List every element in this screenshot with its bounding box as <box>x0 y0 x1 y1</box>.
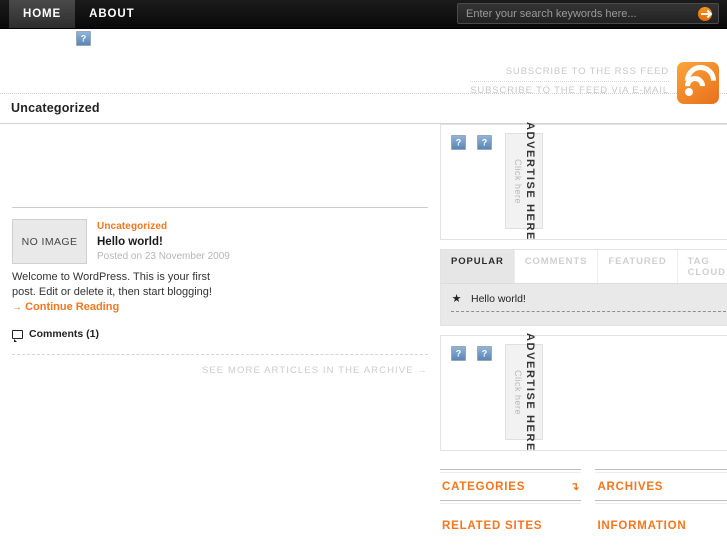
search-submit-button[interactable] <box>698 6 712 21</box>
advertise-here-subtitle: Click here <box>512 369 523 415</box>
rss-feed-link[interactable]: SUBSCRIBE TO THE RSS FEED <box>470 64 669 80</box>
rss-subscribe-area: SUBSCRIBE TO THE RSS FEED SUBSCRIBE TO T… <box>470 58 723 104</box>
broken-image-icon[interactable] <box>477 346 492 361</box>
nav-item-home-label: HOME <box>23 8 62 20</box>
advertise-here-banner-inner: ADVERTISE HERE Click here <box>513 333 536 452</box>
section-information-header[interactable]: INFORMATION <box>595 512 727 539</box>
see-more-articles-label: SEE MORE ARTICLES IN THE ARCHIVE <box>201 365 414 376</box>
section-categories: CATEGORIES ↴ <box>440 469 582 504</box>
tab-popular[interactable]: POPULAR <box>441 250 515 283</box>
arrow-right-icon: → <box>12 302 22 313</box>
advertisement-widget-bottom-body: ADVERTISE HERE Click here <box>441 333 727 451</box>
post-category-link[interactable]: Uncategorized <box>97 220 230 234</box>
section-related-sites: RELATED SITES <box>440 512 581 539</box>
sidebar-link-sections: CATEGORIES ↴ RELATED SITES ARCHIVES INFO… <box>440 460 727 547</box>
broken-image-icon[interactable] <box>477 135 492 150</box>
nav-item-about[interactable]: ABOUT <box>75 0 148 28</box>
sidebar-tabs-row: POPULAR COMMENTS FEATURED TAG CLOUD <box>441 250 727 284</box>
site-logo[interactable] <box>76 31 91 46</box>
sidebar-link-column-right: ARCHIVES ↴ INFORMATION <box>595 469 727 547</box>
advertise-here-subtitle: Click here <box>512 158 523 204</box>
advertise-here-title: ADVERTISE HERE <box>523 332 536 452</box>
page-title: Uncategorized <box>11 101 100 115</box>
advertisement-icons <box>451 133 492 150</box>
rss-divider <box>470 81 669 82</box>
tab-comments-label: COMMENTS <box>524 256 588 267</box>
post-thumbnail-label: NO IMAGE <box>21 235 78 248</box>
sidebar-tabs-body: ★ Hello world! <box>441 284 727 325</box>
speech-bubble-icon <box>12 329 23 342</box>
list-item[interactable]: ★ Hello world! <box>451 293 726 312</box>
top-navigation-bar: HOME ABOUT <box>0 0 727 29</box>
section-archives: ARCHIVES ↴ <box>595 469 727 504</box>
section-archives-header[interactable]: ARCHIVES ↴ <box>595 473 727 500</box>
archive-row: SEE MORE ARTICLES IN THE ARCHIVE → <box>12 355 428 376</box>
see-more-articles-link[interactable]: SEE MORE ARTICLES IN THE ARCHIVE → <box>202 365 428 376</box>
sidebar-tabs-widget: POPULAR COMMENTS FEATURED TAG CLOUD ★ He… <box>440 249 727 326</box>
sidebar-link-column-left: CATEGORIES ↴ RELATED SITES <box>440 469 582 547</box>
section-categories-title: CATEGORIES <box>442 481 526 493</box>
main-content-column: NO IMAGE Uncategorized Hello world! Post… <box>0 124 440 424</box>
tab-tag-cloud[interactable]: TAG CLOUD <box>677 250 727 283</box>
advertise-here-banner[interactable]: ADVERTISE HERE Click here <box>505 333 543 451</box>
site-header: SUBSCRIBE TO THE RSS FEED SUBSCRIBE TO T… <box>0 29 727 104</box>
rss-icon-arc-outer <box>678 58 723 103</box>
broken-image-icon[interactable] <box>451 135 466 150</box>
nav-item-about-label: ABOUT <box>89 8 135 20</box>
advertise-here-banner-inner: ADVERTISE HERE Click here <box>513 122 536 241</box>
post-meta: Uncategorized Hello world! Posted on 23 … <box>97 219 230 264</box>
continue-reading-link[interactable]: → Continue Reading <box>12 301 119 313</box>
post-header: NO IMAGE Uncategorized Hello world! Post… <box>12 219 428 264</box>
search-box <box>457 3 719 24</box>
section-related-sites-title: RELATED SITES <box>442 520 543 532</box>
advertisement-row: ADVERTISE HERE Click here <box>451 333 726 451</box>
tab-popular-label: POPULAR <box>451 256 504 267</box>
broken-image-icon <box>76 31 91 46</box>
advertisement-icons <box>451 344 492 361</box>
tab-featured[interactable]: FEATURED <box>598 250 678 283</box>
tab-tag-cloud-label: TAG CLOUD <box>687 256 726 278</box>
advertise-here-banner[interactable]: ADVERTISE HERE Click here <box>505 122 543 240</box>
broken-image-icon[interactable] <box>451 346 466 361</box>
star-icon: ★ <box>451 292 462 305</box>
section-information-title: INFORMATION <box>597 520 687 532</box>
post-comments-row[interactable]: Comments (1) <box>12 328 428 342</box>
section-archives-title: ARCHIVES <box>597 481 664 493</box>
comments-count-label: Comments (1) <box>29 328 100 340</box>
post-title-link[interactable]: Hello world! <box>97 234 230 250</box>
section-divider <box>595 500 727 504</box>
arrow-right-icon: → <box>417 365 428 376</box>
sidebar-column: ADVERTISE HERE Click here POPULAR COMMEN… <box>440 122 727 547</box>
advertisement-widget-bottom: ADVERTISE HERE Click here <box>440 333 727 451</box>
continue-reading-label: Continue Reading <box>25 301 120 313</box>
nav-item-home[interactable]: HOME <box>9 0 76 28</box>
post-excerpt: Welcome to WordPress. This is your first… <box>12 270 224 315</box>
main-navigation: HOME ABOUT <box>9 0 149 28</box>
post-item: NO IMAGE Uncategorized Hello world! Post… <box>12 208 428 342</box>
search-input[interactable] <box>458 4 698 23</box>
rss-links: SUBSCRIBE TO THE RSS FEED SUBSCRIBE TO T… <box>470 62 677 99</box>
chevron-down-icon: ↴ <box>570 480 580 493</box>
popular-post-label: Hello world! <box>471 293 526 305</box>
advertisement-row: ADVERTISE HERE Click here <box>451 122 726 240</box>
post-thumbnail-placeholder[interactable]: NO IMAGE <box>12 219 87 264</box>
tab-featured-label: FEATURED <box>608 256 667 267</box>
section-related-sites-header[interactable]: RELATED SITES <box>440 512 581 539</box>
rss-email-link[interactable]: SUBSCRIBE TO THE FEED VIA E-MAIL <box>470 83 669 99</box>
section-categories-header[interactable]: CATEGORIES ↴ <box>440 473 581 500</box>
tab-comments[interactable]: COMMENTS <box>514 250 599 283</box>
advertise-here-title: ADVERTISE HERE <box>523 121 536 241</box>
advertisement-widget-top-body: ADVERTISE HERE Click here <box>441 122 727 240</box>
advertisement-widget-top: ADVERTISE HERE Click here <box>440 122 727 240</box>
post-excerpt-text: Welcome to WordPress. This is your first… <box>12 271 212 298</box>
section-information: INFORMATION <box>595 512 727 539</box>
post-date: Posted on 23 November 2009 <box>97 251 230 262</box>
page-body: NO IMAGE Uncategorized Hello world! Post… <box>0 122 727 547</box>
section-divider <box>440 500 582 504</box>
rss-icon[interactable] <box>677 58 723 104</box>
